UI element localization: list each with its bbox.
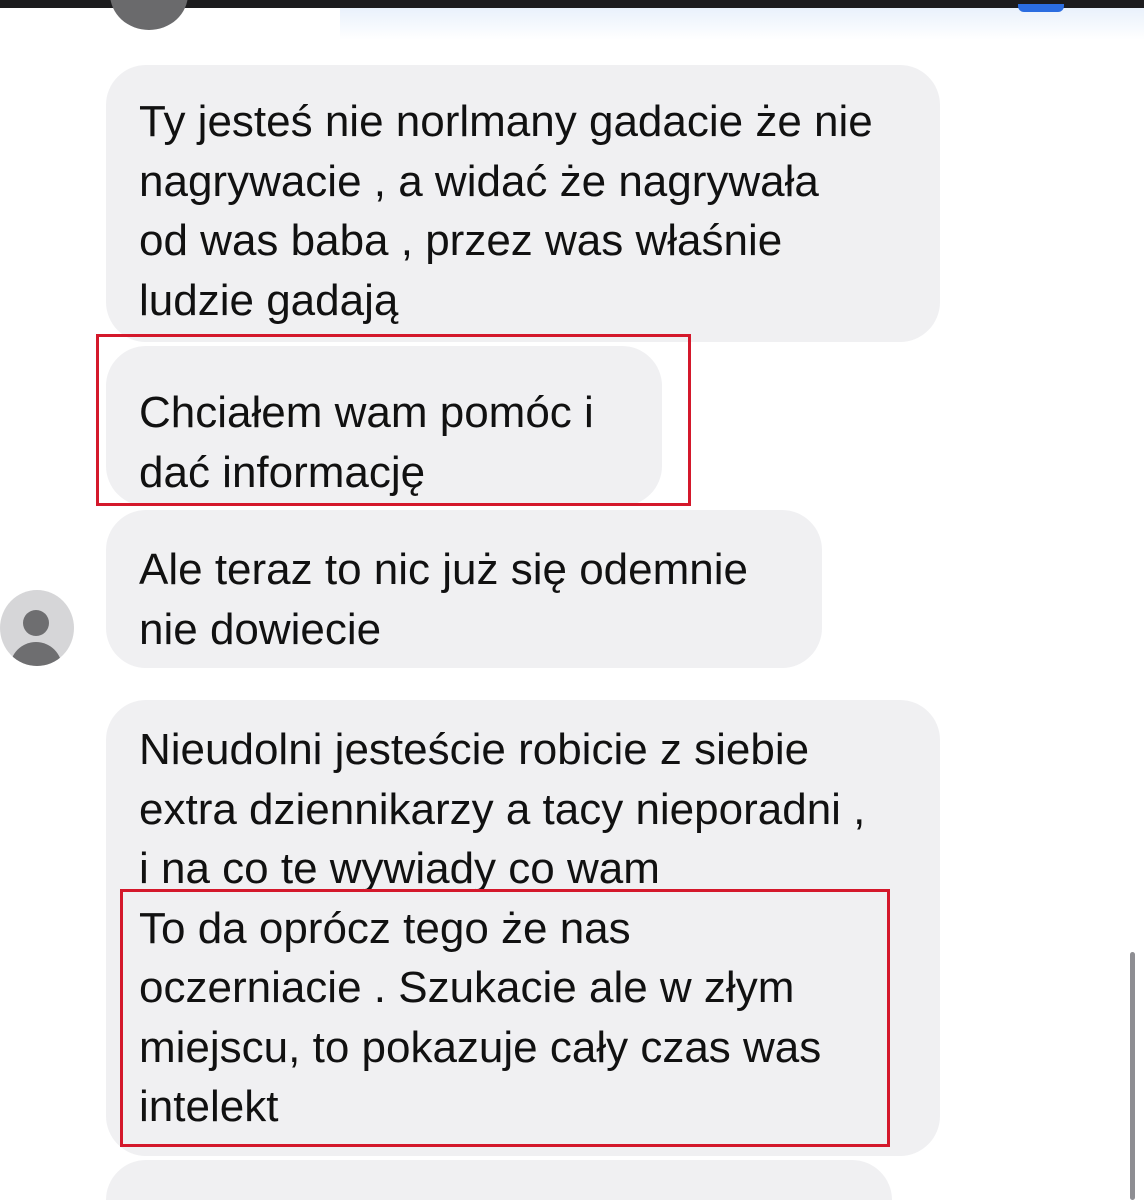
avatar-icon[interactable]	[0, 590, 74, 666]
message-bubble[interactable]: Ty jesteś nie norlmany gadacie że nie na…	[106, 65, 940, 342]
message-bubble[interactable]: Ale teraz to nic już się odemnie nie dow…	[106, 510, 822, 668]
avatar-head-shape	[23, 610, 49, 636]
header-shadow	[340, 8, 1144, 40]
header-accent-button[interactable]	[1018, 4, 1064, 12]
message-text: Ty jesteś nie norlmany gadacie że nie na…	[139, 97, 873, 325]
message-text: Chciałem wam pomóc i dać informację	[139, 388, 594, 497]
chat-screenshot: Ty jesteś nie norlmany gadacie że nie na…	[0, 0, 1144, 1200]
scrollbar[interactable]	[1130, 952, 1135, 1200]
message-bubble[interactable]: Nieudolni jesteście robicie z siebie ext…	[106, 700, 940, 1156]
message-bubble[interactable]	[106, 1160, 892, 1200]
avatar-icon[interactable]	[110, 0, 188, 30]
avatar-shoulders-shape	[10, 642, 62, 666]
message-text: Nieudolni jesteście robicie z siebie ext…	[139, 725, 866, 1131]
message-text: Ale teraz to nic już się odemnie nie dow…	[139, 545, 748, 654]
message-bubble[interactable]: Chciałem wam pomóc i dać informację	[106, 346, 662, 506]
